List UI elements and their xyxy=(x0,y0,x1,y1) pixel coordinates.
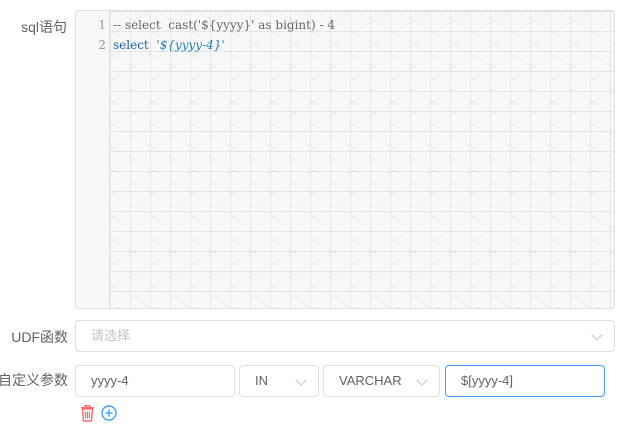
code-line-comment[interactable]: -- select cast('${yyyy}' as bigint) - 4 xyxy=(113,18,335,32)
line-number: 1 xyxy=(98,18,106,32)
chevron-down-icon xyxy=(416,374,428,386)
sql-code-editor[interactable]: 1 2 -- select cast('${yyyy}' as bigint) … xyxy=(75,10,615,309)
plus-circle-icon[interactable] xyxy=(101,405,117,421)
line-number: 2 xyxy=(98,38,106,52)
custom-params-label: 自定义参数 xyxy=(0,372,68,388)
param-type-select[interactable]: VARCHAR xyxy=(323,365,440,397)
udf-label: UDF函数 xyxy=(11,329,68,345)
param-name-input[interactable]: yyyy-4 xyxy=(75,365,235,397)
param-type-value: VARCHAR xyxy=(339,373,402,388)
param-value-input[interactable]: $[yyyy-4] xyxy=(445,365,605,397)
udf-select[interactable]: 请选择 xyxy=(75,320,615,352)
editor-background xyxy=(110,11,614,308)
code-line-select[interactable]: select '${yyyy-4}' xyxy=(113,38,225,52)
chevron-down-icon xyxy=(591,329,603,341)
sql-label: sql语句 xyxy=(21,19,67,35)
param-value-text: $[yyyy-4] xyxy=(461,373,514,388)
param-direction-value: IN xyxy=(255,373,268,388)
param-name-value: yyyy-4 xyxy=(91,373,129,388)
editor-gutter: 1 2 xyxy=(76,11,110,308)
trash-icon[interactable] xyxy=(80,404,95,422)
code-string: '${yyyy-4}' xyxy=(156,38,225,52)
param-direction-select[interactable]: IN xyxy=(239,365,319,397)
chevron-down-icon xyxy=(295,374,307,386)
udf-select-placeholder: 请选择 xyxy=(91,328,131,343)
code-keyword: select xyxy=(113,38,149,52)
